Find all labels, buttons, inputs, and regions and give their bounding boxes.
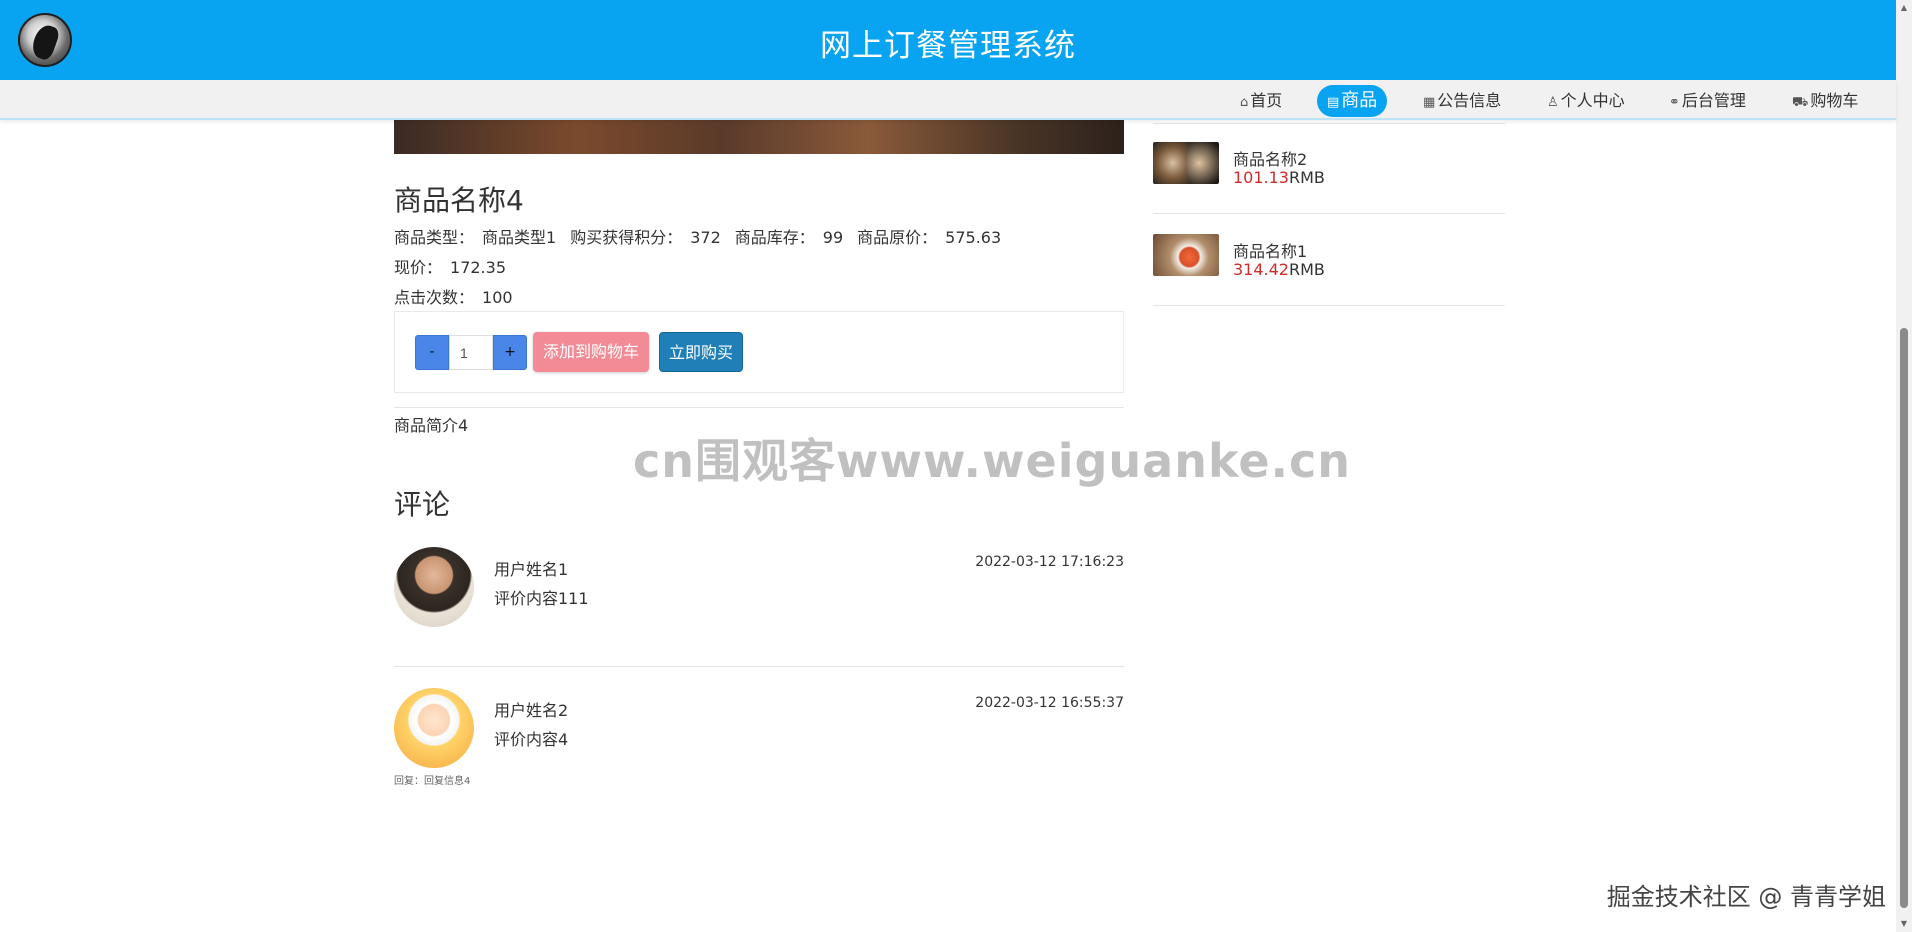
comment-time: 2022-03-12 17:16:23 <box>975 554 1124 570</box>
nav-item-label: 公告信息 <box>1437 91 1502 110</box>
scroll-up-icon[interactable]: ▲ <box>1899 3 1909 13</box>
comment-item: 用户姓名1 评价内容111 2022-03-12 17:16:23 <box>394 547 1124 667</box>
link-icon: ⚭ <box>1669 95 1680 110</box>
recommended-item-price: 314.42RMB <box>1233 260 1325 279</box>
avatar <box>394 547 474 627</box>
comment-user: 用户姓名1 <box>494 560 569 579</box>
meta-stock: 商品库存： 99 <box>734 228 844 247</box>
nav-item-label: 商品 <box>1341 90 1378 111</box>
grid-icon: ▦ <box>1423 95 1436 110</box>
nav-item-profile[interactable]: ♙ 个人中心 <box>1541 85 1631 117</box>
comment-reply: 回复：回复信息4 <box>394 776 471 787</box>
home-icon: ⌂ <box>1240 95 1249 110</box>
quantity-decrease-button[interactable]: - <box>415 335 449 370</box>
nav-item-label: 后台管理 <box>1681 91 1746 110</box>
recommended-item[interactable]: 商品名称2 101.13RMB <box>1153 122 1505 214</box>
main-nav: ⌂ 首页 ▤ 商品 ▦ 公告信息 ♙ 个人中心 ⚭ 后台管理 ⛟ 购物车 <box>0 80 1896 120</box>
add-to-cart-button[interactable]: 添加到购物车 <box>533 332 649 372</box>
nav-item-home[interactable]: ⌂ 首页 <box>1234 85 1288 117</box>
product-thumbnail[interactable] <box>1153 234 1219 276</box>
product-intro: 商品简介4 <box>394 416 469 435</box>
recommended-item-name[interactable]: 商品名称2 <box>1233 146 1307 170</box>
watermark-corner-text: 掘金技术社区 @ 青青学姐 <box>1606 883 1886 911</box>
comment-text: 评价内容111 <box>494 589 589 608</box>
avatar <box>394 688 474 768</box>
comment-user: 用户姓名2 <box>494 701 569 720</box>
meta-original-price: 商品原价： 575.63 <box>857 228 1002 247</box>
nav-item-label: 购物车 <box>1810 91 1859 110</box>
goods-icon: ▤ <box>1327 95 1340 110</box>
user-icon: ♙ <box>1547 95 1559 110</box>
nav-item-notice[interactable]: ▦ 公告信息 <box>1417 85 1507 117</box>
recommended-item-name[interactable]: 商品名称1 <box>1233 238 1307 262</box>
meta-current-price: 现价： 172.35 <box>394 258 506 277</box>
nav-item-label: 个人中心 <box>1560 91 1625 110</box>
buy-now-button[interactable]: 立即购买 <box>659 332 743 372</box>
divider <box>394 407 1124 408</box>
purchase-panel: - + 添加到购物车 立即购买 <box>394 311 1124 393</box>
recommended-item[interactable]: 商品名称1 314.42RMB <box>1153 214 1505 306</box>
product-thumbnail[interactable] <box>1153 142 1219 184</box>
meta-points: 购买获得积分： 372 <box>570 228 721 247</box>
comments-title: 评论 <box>394 488 451 521</box>
meta-type: 商品类型： 商品类型1 <box>394 228 557 247</box>
nav-item-cart[interactable]: ⛟ 购物车 <box>1786 85 1864 117</box>
comment-time: 2022-03-12 16:55:37 <box>975 695 1124 711</box>
scrollbar-thumb[interactable] <box>1900 328 1908 908</box>
product-meta: 商品类型： 商品类型1 购买获得积分： 372 商品库存： 99 商品原价： 575.63 现价… <box>394 223 1124 313</box>
scroll-down-icon[interactable]: ▼ <box>1899 919 1909 929</box>
comment-text: 评价内容4 <box>494 730 569 749</box>
product-image <box>394 120 1124 154</box>
site-title: 网上订餐管理系统 <box>820 28 1076 64</box>
product-name: 商品名称4 <box>394 184 524 217</box>
divider <box>394 666 1124 667</box>
quantity-input[interactable] <box>449 335 493 370</box>
recommended-item-price: 101.13RMB <box>1233 168 1325 187</box>
nav-item-admin[interactable]: ⚭ 后台管理 <box>1663 85 1752 117</box>
comment-item: 用户姓名2 评价内容4 2022-03-12 16:55:37 回复：回复信息4 <box>394 688 1124 808</box>
cart-icon: ⛟ <box>1792 95 1809 110</box>
nav-item-goods[interactable]: ▤ 商品 <box>1317 85 1388 117</box>
meta-clicks: 点击次数： 100 <box>394 288 513 307</box>
quantity-increase-button[interactable]: + <box>493 335 527 370</box>
nav-item-label: 首页 <box>1250 91 1283 110</box>
top-header: 网上订餐管理系统 <box>0 0 1896 80</box>
watermark-text: cn围观客www.weiguanke.cn <box>633 434 1352 488</box>
